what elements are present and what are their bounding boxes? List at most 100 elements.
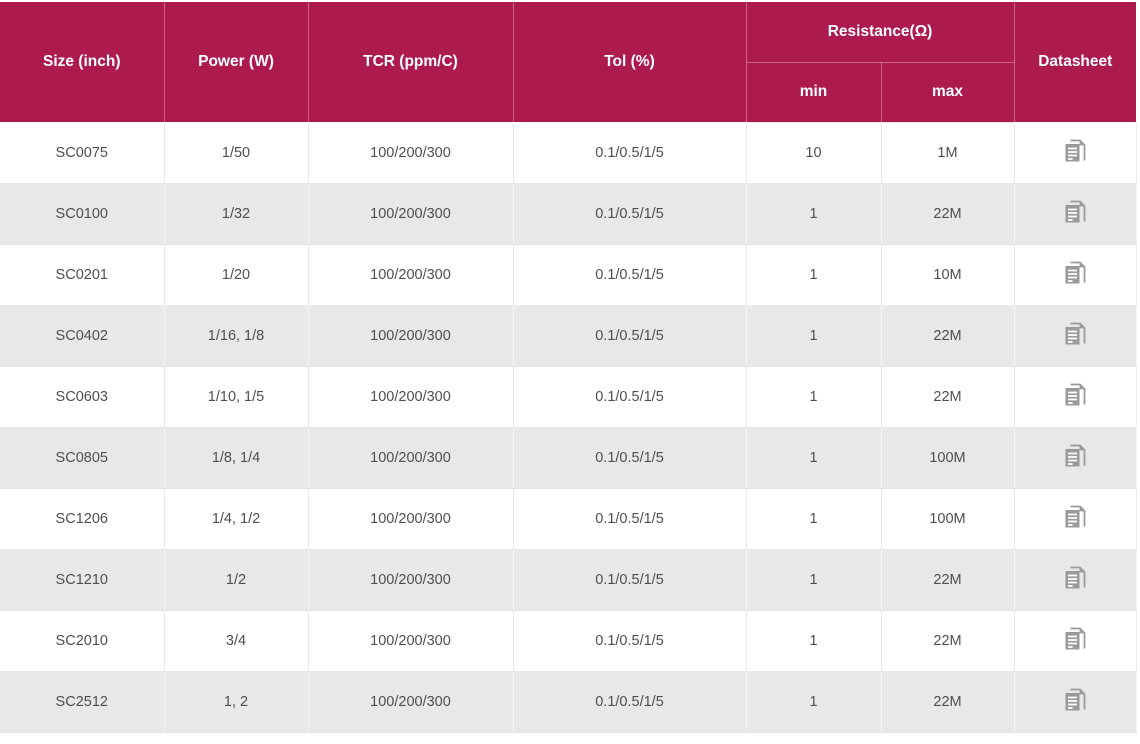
datasheet-link[interactable] xyxy=(1065,139,1086,163)
table-row: SC0402 1/16, 1/8 100/200/300 0.1/0.5/1/5… xyxy=(0,305,1136,366)
table-row: SC0075 1/50 100/200/300 0.1/0.5/1/5 10 1… xyxy=(0,122,1136,183)
cell-size: SC2512 xyxy=(0,671,164,732)
table-row: SC2512 1, 2 100/200/300 0.1/0.5/1/5 1 22… xyxy=(0,671,1136,732)
cell-resistance-max: 22M xyxy=(881,183,1014,244)
cell-tol: 0.1/0.5/1/5 xyxy=(513,488,746,549)
col-header-resistance: Resistance(Ω) xyxy=(746,2,1014,62)
document-copy-icon xyxy=(1065,688,1086,712)
cell-power: 3/4 xyxy=(164,610,308,671)
cell-power: 1, 2 xyxy=(164,671,308,732)
datasheet-link[interactable] xyxy=(1065,200,1086,224)
col-header-min: min xyxy=(746,62,881,122)
document-copy-icon xyxy=(1065,566,1086,590)
cell-tcr: 100/200/300 xyxy=(308,366,513,427)
cell-datasheet xyxy=(1014,549,1136,610)
cell-size: SC0100 xyxy=(0,183,164,244)
table-header: Size (inch) Power (W) TCR (ppm/C) Tol (%… xyxy=(0,2,1136,122)
cell-resistance-max: 100M xyxy=(881,488,1014,549)
table-row: SC1210 1/2 100/200/300 0.1/0.5/1/5 1 22M xyxy=(0,549,1136,610)
datasheet-link[interactable] xyxy=(1065,627,1086,651)
cell-resistance-max: 22M xyxy=(881,671,1014,732)
cell-tcr: 100/200/300 xyxy=(308,183,513,244)
cell-datasheet xyxy=(1014,488,1136,549)
cell-power: 1/20 xyxy=(164,244,308,305)
cell-size: SC0402 xyxy=(0,305,164,366)
cell-tcr: 100/200/300 xyxy=(308,488,513,549)
cell-power: 1/50 xyxy=(164,122,308,183)
cell-tcr: 100/200/300 xyxy=(308,610,513,671)
cell-datasheet xyxy=(1014,244,1136,305)
table-row: SC0805 1/8, 1/4 100/200/300 0.1/0.5/1/5 … xyxy=(0,427,1136,488)
cell-resistance-min: 1 xyxy=(746,549,881,610)
cell-power: 1/10, 1/5 xyxy=(164,366,308,427)
cell-datasheet xyxy=(1014,610,1136,671)
cell-power: 1/8, 1/4 xyxy=(164,427,308,488)
spec-table-page: Size (inch) Power (W) TCR (ppm/C) Tol (%… xyxy=(0,0,1140,744)
cell-size: SC2010 xyxy=(0,610,164,671)
document-copy-icon xyxy=(1065,627,1086,651)
cell-resistance-min: 1 xyxy=(746,427,881,488)
cell-tcr: 100/200/300 xyxy=(308,549,513,610)
cell-tcr: 100/200/300 xyxy=(308,427,513,488)
cell-size: SC0603 xyxy=(0,366,164,427)
datasheet-link[interactable] xyxy=(1065,505,1086,529)
cell-tol: 0.1/0.5/1/5 xyxy=(513,183,746,244)
table-row: SC2010 3/4 100/200/300 0.1/0.5/1/5 1 22M xyxy=(0,610,1136,671)
cell-resistance-min: 1 xyxy=(746,610,881,671)
cell-datasheet xyxy=(1014,183,1136,244)
cell-tcr: 100/200/300 xyxy=(308,244,513,305)
cell-resistance-max: 10M xyxy=(881,244,1014,305)
cell-tol: 0.1/0.5/1/5 xyxy=(513,671,746,732)
cell-size: SC0075 xyxy=(0,122,164,183)
cell-size: SC1210 xyxy=(0,549,164,610)
document-copy-icon xyxy=(1065,444,1086,468)
cell-tol: 0.1/0.5/1/5 xyxy=(513,305,746,366)
datasheet-link[interactable] xyxy=(1065,688,1086,712)
cell-power: 1/4, 1/2 xyxy=(164,488,308,549)
col-header-tol: Tol (%) xyxy=(513,2,746,122)
table-row: SC0100 1/32 100/200/300 0.1/0.5/1/5 1 22… xyxy=(0,183,1136,244)
cell-resistance-min: 1 xyxy=(746,366,881,427)
cell-power: 1/16, 1/8 xyxy=(164,305,308,366)
document-copy-icon xyxy=(1065,383,1086,407)
cell-tol: 0.1/0.5/1/5 xyxy=(513,366,746,427)
datasheet-link[interactable] xyxy=(1065,322,1086,346)
cell-size: SC0805 xyxy=(0,427,164,488)
document-copy-icon xyxy=(1065,139,1086,163)
cell-power: 1/2 xyxy=(164,549,308,610)
document-copy-icon xyxy=(1065,505,1086,529)
cell-power: 1/32 xyxy=(164,183,308,244)
cell-resistance-max: 100M xyxy=(881,427,1014,488)
col-header-tcr: TCR (ppm/C) xyxy=(308,2,513,122)
table-body: SC0075 1/50 100/200/300 0.1/0.5/1/5 10 1… xyxy=(0,122,1136,732)
cell-size: SC0201 xyxy=(0,244,164,305)
cell-resistance-max: 22M xyxy=(881,305,1014,366)
table-row: SC1206 1/4, 1/2 100/200/300 0.1/0.5/1/5 … xyxy=(0,488,1136,549)
datasheet-link[interactable] xyxy=(1065,261,1086,285)
datasheet-link[interactable] xyxy=(1065,383,1086,407)
cell-tcr: 100/200/300 xyxy=(308,305,513,366)
cell-resistance-min: 1 xyxy=(746,671,881,732)
table-row: SC0201 1/20 100/200/300 0.1/0.5/1/5 1 10… xyxy=(0,244,1136,305)
col-header-max: max xyxy=(881,62,1014,122)
cell-resistance-max: 22M xyxy=(881,366,1014,427)
cell-resistance-max: 22M xyxy=(881,610,1014,671)
cell-datasheet xyxy=(1014,671,1136,732)
cell-resistance-max: 1M xyxy=(881,122,1014,183)
cell-datasheet xyxy=(1014,122,1136,183)
col-header-datasheet: Datasheet xyxy=(1014,2,1136,122)
cell-tcr: 100/200/300 xyxy=(308,122,513,183)
table-row: SC0603 1/10, 1/5 100/200/300 0.1/0.5/1/5… xyxy=(0,366,1136,427)
datasheet-link[interactable] xyxy=(1065,566,1086,590)
cell-resistance-min: 1 xyxy=(746,305,881,366)
cell-resistance-max: 22M xyxy=(881,549,1014,610)
cell-resistance-min: 10 xyxy=(746,122,881,183)
cell-tol: 0.1/0.5/1/5 xyxy=(513,122,746,183)
cell-size: SC1206 xyxy=(0,488,164,549)
cell-tol: 0.1/0.5/1/5 xyxy=(513,549,746,610)
cell-tol: 0.1/0.5/1/5 xyxy=(513,427,746,488)
cell-tol: 0.1/0.5/1/5 xyxy=(513,610,746,671)
cell-datasheet xyxy=(1014,366,1136,427)
cell-resistance-min: 1 xyxy=(746,183,881,244)
datasheet-link[interactable] xyxy=(1065,444,1086,468)
